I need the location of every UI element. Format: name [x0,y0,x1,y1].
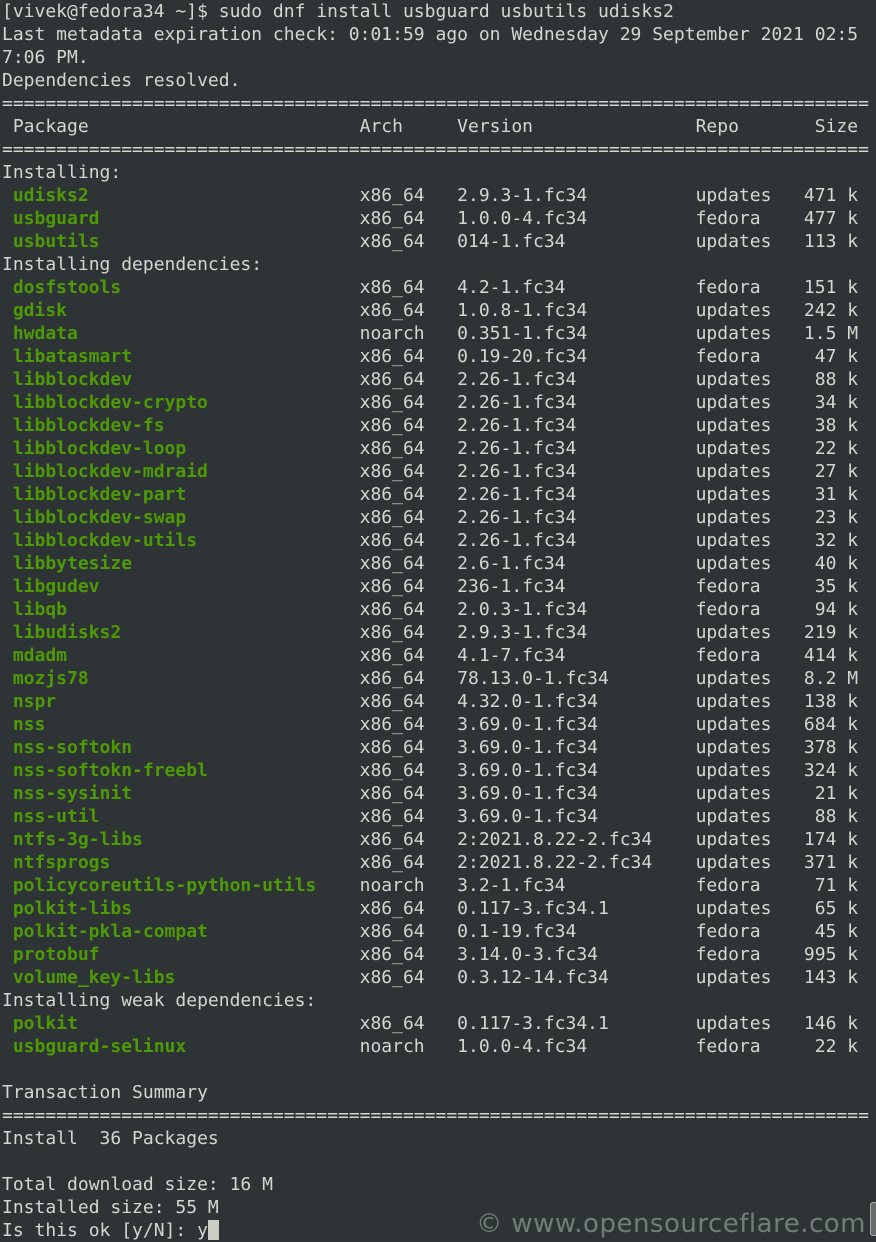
package-size: 88 k [2,805,858,828]
package-size: 684 k [2,713,858,736]
blank-line [2,1150,876,1173]
package-size: 8.2 M [2,667,858,690]
section-label: Installing: [2,161,876,184]
package-size: 242 k [2,299,858,322]
package-size: 146 k [2,1012,858,1035]
package-size: 32 k [2,529,858,552]
package-size: 35 k [2,575,858,598]
package-size: 174 k [2,828,858,851]
package-size: 34 k [2,391,858,414]
package-row: dosfstoolsx86_644.2-1.fc34fedora151 k [2,276,876,299]
package-row: ntfs-3g-libsx86_642:2021.8.22-2.fc34upda… [2,828,876,851]
package-row: protobufx86_643.14.0-3.fc34fedora995 k [2,943,876,966]
package-row: libudisks2x86_642.9.3-1.fc34updates219 k [2,621,876,644]
package-row: polkit-libsx86_640.117-3.fc34.1updates65… [2,897,876,920]
table-header-row: Package Arch Version Repo Size [2,115,876,138]
separator-line: ========================================… [2,1104,876,1127]
package-row: udisks2x86_642.9.3-1.fc34updates471 k [2,184,876,207]
package-row: libblockdev-utilsx86_642.26-1.fc34update… [2,529,876,552]
package-row: mdadmx86_644.1-7.fc34fedora414 k [2,644,876,667]
section-label: Installing dependencies: [2,253,876,276]
package-row: gdiskx86_641.0.8-1.fc34updates242 k [2,299,876,322]
package-row: nss-sysinitx86_643.69.0-1.fc34updates21 … [2,782,876,805]
package-row: policycoreutils-python-utilsnoarch3.2-1.… [2,874,876,897]
package-size: 71 k [2,874,858,897]
package-size: 471 k [2,184,858,207]
terminal-cursor [208,1220,219,1240]
package-size: 477 k [2,207,858,230]
package-row: polkit-pkla-compatx86_640.1-19.fc34fedor… [2,920,876,943]
package-row: nsprx86_644.32.0-1.fc34updates138 k [2,690,876,713]
typed-answer: y [197,1220,208,1241]
package-row: nss-utilx86_643.69.0-1.fc34updates88 k [2,805,876,828]
blank-line [2,1058,876,1081]
package-size: 414 k [2,644,858,667]
package-size: 38 k [2,414,858,437]
package-row: libgudevx86_64236-1.fc34fedora35 k [2,575,876,598]
package-row: libblockdev-swapx86_642.26-1.fc34updates… [2,506,876,529]
package-row: usbguard-selinuxnoarch1.0.0-4.fc34fedora… [2,1035,876,1058]
package-row: libblockdev-loopx86_642.26-1.fc34updates… [2,437,876,460]
package-size: 324 k [2,759,858,782]
package-row: libatasmartx86_640.19-20.fc34fedora47 k [2,345,876,368]
transaction-summary-title: Transaction Summary [2,1081,876,1104]
watermark: © www.opensourceflare.com [476,1209,866,1239]
package-row: mozjs78x86_6478.13.0-1.fc34updates8.2 M [2,667,876,690]
package-size: 40 k [2,552,858,575]
separator-line: ========================================… [2,92,876,115]
package-row: nss-softokn-freeblx86_643.69.0-1.fc34upd… [2,759,876,782]
separator-line: ========================================… [2,138,876,161]
package-size: 371 k [2,851,858,874]
package-size: 138 k [2,690,858,713]
package-row: libblockdev-cryptox86_642.26-1.fc34updat… [2,391,876,414]
package-row: libqbx86_642.0.3-1.fc34fedora94 k [2,598,876,621]
metadata-expiration-line: Last metadata expiration check: 0:01:59 … [2,23,876,46]
metadata-expiration-line-wrap: 7:06 PM. [2,46,876,69]
confirm-prompt-text: Is this ok [y/N]: [2,1220,197,1241]
package-size: 219 k [2,621,858,644]
package-row: libblockdev-mdraidx86_642.26-1.fc34updat… [2,460,876,483]
terminal-screen[interactable]: [vivek@fedora34 ~]$ sudo dnf install usb… [0,0,876,1242]
package-size: 113 k [2,230,858,253]
package-size: 65 k [2,897,858,920]
package-row: libbytesizex86_642.6-1.fc34updates40 k [2,552,876,575]
install-count-line: Install 36 Packages [2,1127,876,1150]
package-row: ntfsprogsx86_642:2021.8.22-2.fc34updates… [2,851,876,874]
package-size: 378 k [2,736,858,759]
package-row: nssx86_643.69.0-1.fc34updates684 k [2,713,876,736]
package-size: 23 k [2,506,858,529]
package-size: 94 k [2,598,858,621]
package-size: 22 k [2,437,858,460]
watermark-edge-block [870,1202,876,1236]
package-size: 47 k [2,345,858,368]
package-size: 22 k [2,1035,858,1058]
package-row: volume_key-libsx86_640.3.12-14.fc34updat… [2,966,876,989]
shell-prompt-line: [vivek@fedora34 ~]$ sudo dnf install usb… [2,0,876,23]
dependencies-resolved-line: Dependencies resolved. [2,69,876,92]
package-table: Installing:udisks2x86_642.9.3-1.fc34upda… [2,161,876,1058]
package-size: 143 k [2,966,858,989]
package-row: libblockdev-fsx86_642.26-1.fc34updates38… [2,414,876,437]
package-size: 45 k [2,920,858,943]
package-size: 151 k [2,276,858,299]
package-size: 31 k [2,483,858,506]
package-row: hwdatanoarch0.351-1.fc34updates1.5 M [2,322,876,345]
section-label: Installing weak dependencies: [2,989,876,1012]
package-row: nss-softoknx86_643.69.0-1.fc34updates378… [2,736,876,759]
package-size: 995 k [2,943,858,966]
package-size: 21 k [2,782,858,805]
package-row: polkitx86_640.117-3.fc34.1updates146 k [2,1012,876,1035]
package-size: 88 k [2,368,858,391]
package-size: 27 k [2,460,858,483]
package-row: usbutilsx86_64014-1.fc34updates113 k [2,230,876,253]
package-row: libblockdev-partx86_642.26-1.fc34updates… [2,483,876,506]
package-row: libblockdevx86_642.26-1.fc34updates88 k [2,368,876,391]
package-row: usbguardx86_641.0.0-4.fc34fedora477 k [2,207,876,230]
column-header-size: Size [2,115,858,138]
package-size: 1.5 M [2,322,858,345]
total-download-size-line: Total download size: 16 M [2,1173,876,1196]
